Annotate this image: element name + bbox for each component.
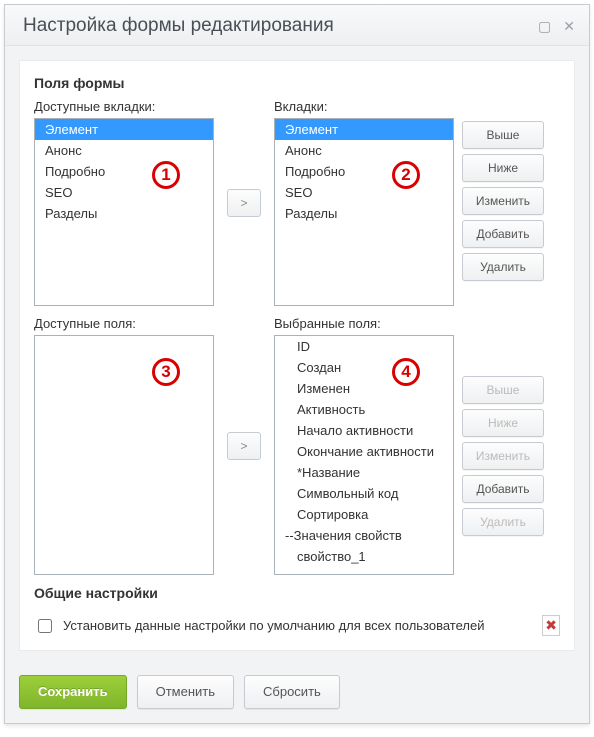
available-fields-list[interactable] (34, 335, 214, 575)
available-fields-label: Доступные поля: (34, 316, 214, 331)
reset-button[interactable]: Сбросить (244, 675, 340, 709)
tabs-list[interactable]: ЭлементАнонсПодробноSEOРазделы (274, 118, 454, 306)
maximize-icon[interactable]: ▢ (538, 18, 551, 35)
tabs-label: Вкладки: (274, 99, 454, 114)
tabs-buttons-col: Выше Ниже Изменить Добавить Удалить (454, 99, 544, 306)
field-add-button[interactable]: Добавить (462, 475, 544, 503)
list-item[interactable]: Подробно (35, 161, 213, 182)
list-item[interactable]: Элемент (35, 119, 213, 140)
move-field-right-button[interactable]: > (227, 432, 261, 460)
available-tabs-col: Доступные вкладки: ЭлементАнонсПодробноS… (34, 99, 214, 306)
selected-fields-col: Выбранные поля: IDСозданИзмененАктивност… (274, 316, 454, 575)
selected-fields-list[interactable]: IDСозданИзмененАктивностьНачало активнос… (274, 335, 454, 575)
field-down-button[interactable]: Ниже (462, 409, 544, 437)
tab-add-button[interactable]: Добавить (462, 220, 544, 248)
default-for-all-label[interactable]: Установить данные настройки по умолчанию… (63, 618, 484, 633)
available-fields-col: Доступные поля: 3 (34, 316, 214, 575)
fields-arrow-col: > (214, 316, 274, 575)
general-row: Установить данные настройки по умолчанию… (34, 609, 560, 640)
dialog-footer: Сохранить Отменить Сбросить (5, 665, 589, 723)
list-item[interactable]: SEO (275, 182, 453, 203)
fields-row: Доступные поля: 3 > Выбранные поля: IDСо… (34, 316, 560, 575)
save-button[interactable]: Сохранить (19, 675, 127, 709)
field-edit-button[interactable]: Изменить (462, 442, 544, 470)
titlebar-controls: ▢ ✕ (538, 18, 575, 35)
close-icon[interactable]: ✕ (563, 18, 575, 35)
list-item[interactable]: SEO (35, 182, 213, 203)
available-tabs-label: Доступные вкладки: (34, 99, 214, 114)
fields-buttons-col: Выше Ниже Изменить Добавить Удалить (454, 316, 544, 575)
list-item[interactable]: Разделы (275, 203, 453, 224)
tab-down-button[interactable]: Ниже (462, 154, 544, 182)
list-item[interactable]: Подробно (275, 161, 453, 182)
dialog-window: Настройка формы редактирования ▢ ✕ Поля … (4, 4, 590, 724)
section-form-fields: Поля формы (34, 75, 560, 91)
general-section: Общие настройки Установить данные настро… (34, 585, 560, 640)
list-item[interactable]: Анонс (35, 140, 213, 161)
list-item[interactable]: Окончание активности (275, 441, 453, 462)
list-item[interactable]: Элемент (275, 119, 453, 140)
default-for-all-checkbox[interactable] (38, 619, 52, 633)
section-general: Общие настройки (34, 585, 560, 601)
field-up-button[interactable]: Выше (462, 376, 544, 404)
tabs-row: Доступные вкладки: ЭлементАнонсПодробноS… (34, 99, 560, 306)
list-item[interactable]: Начало активности (275, 420, 453, 441)
tabs-arrow-col: > (214, 99, 274, 306)
list-item[interactable]: Активность (275, 399, 453, 420)
list-item[interactable]: ID (275, 336, 453, 357)
list-item[interactable]: *Название (275, 462, 453, 483)
list-item[interactable]: Символьный код (275, 483, 453, 504)
clear-settings-icon[interactable]: ✖ (542, 615, 560, 636)
dialog-title: Настройка формы редактирования (23, 15, 334, 37)
list-item[interactable]: свойство_1 (275, 546, 453, 567)
list-item[interactable]: Изменен (275, 378, 453, 399)
tab-up-button[interactable]: Выше (462, 121, 544, 149)
list-item[interactable]: --Значения свойств (275, 525, 453, 546)
titlebar: Настройка формы редактирования ▢ ✕ (5, 5, 589, 46)
cancel-button[interactable]: Отменить (137, 675, 234, 709)
dialog-body: Поля формы Доступные вкладки: ЭлементАно… (19, 60, 575, 651)
field-delete-button[interactable]: Удалить (462, 508, 544, 536)
tab-edit-button[interactable]: Изменить (462, 187, 544, 215)
available-tabs-list[interactable]: ЭлементАнонсПодробноSEOРазделы (34, 118, 214, 306)
tabs-col: Вкладки: ЭлементАнонсПодробноSEOРазделы … (274, 99, 454, 306)
tab-delete-button[interactable]: Удалить (462, 253, 544, 281)
selected-fields-label: Выбранные поля: (274, 316, 454, 331)
list-item[interactable]: Разделы (35, 203, 213, 224)
list-item[interactable]: Создан (275, 357, 453, 378)
move-tab-right-button[interactable]: > (227, 189, 261, 217)
list-item[interactable]: Анонс (275, 140, 453, 161)
list-item[interactable]: Сортировка (275, 504, 453, 525)
